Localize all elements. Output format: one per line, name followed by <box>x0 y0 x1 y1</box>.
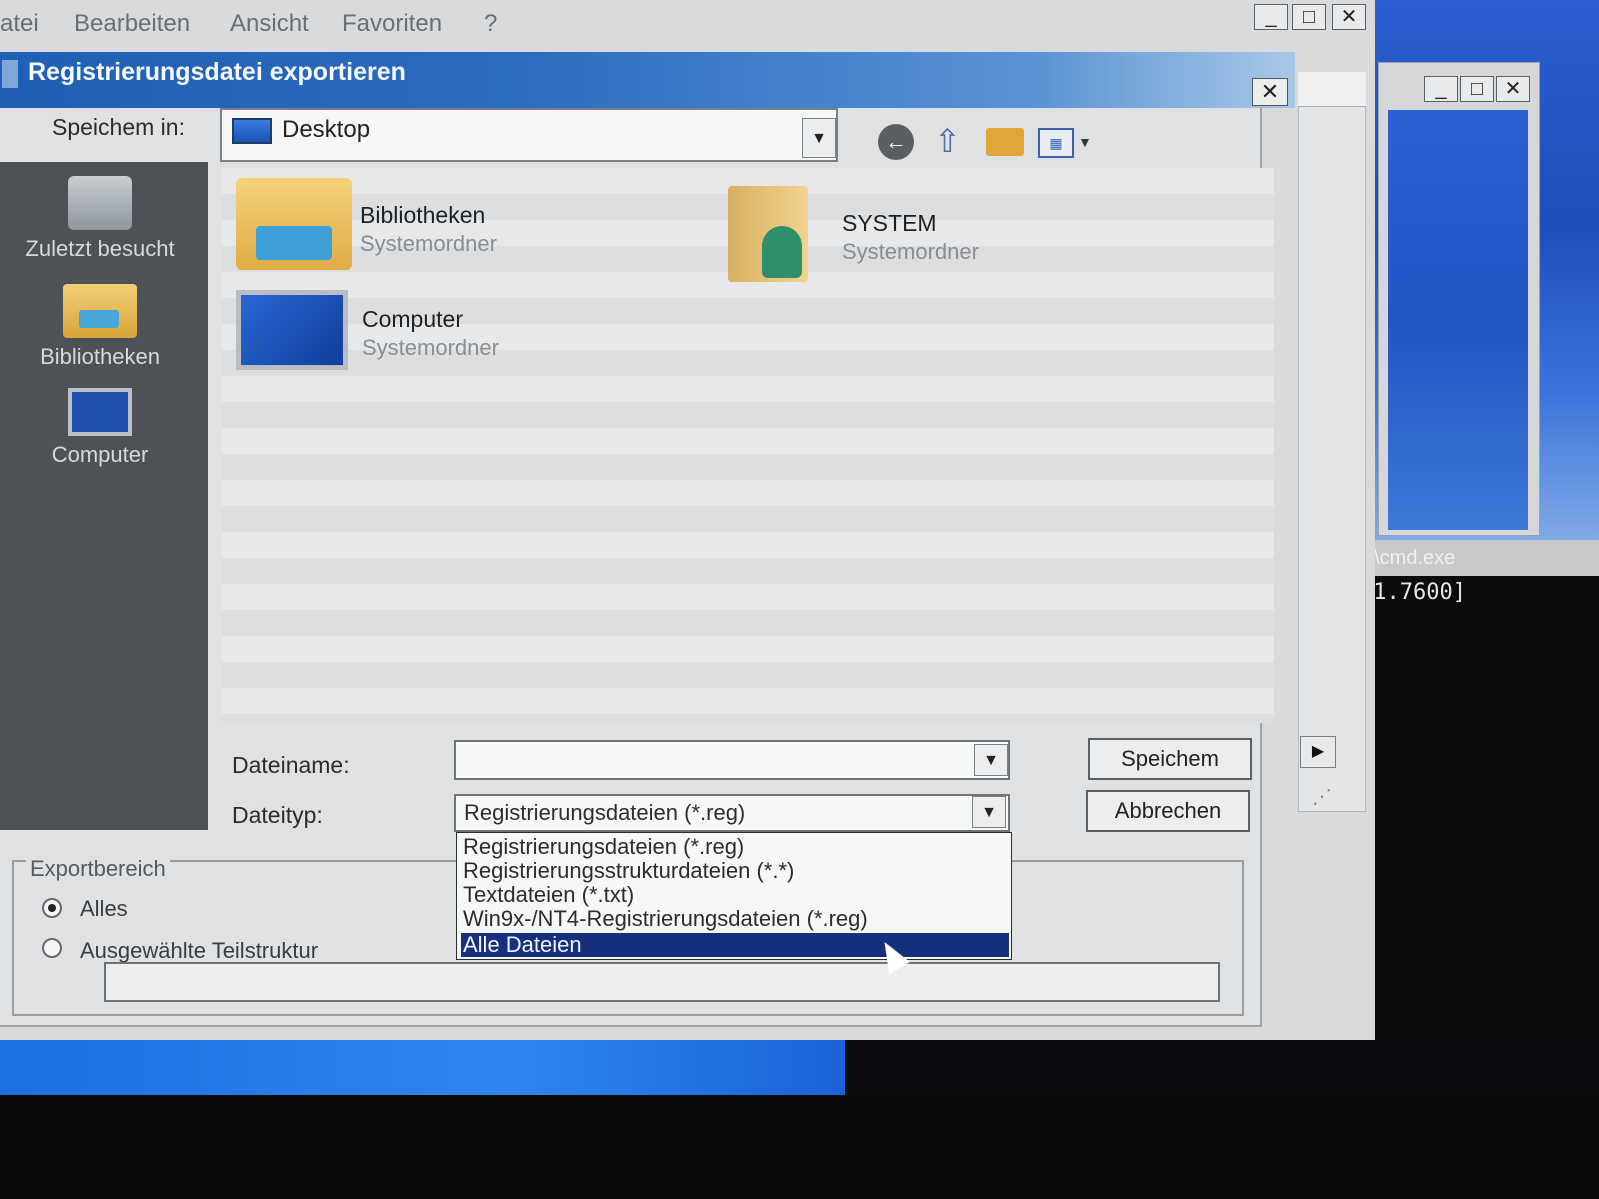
scroll-right-icon[interactable]: ▶ <box>1300 736 1336 768</box>
filetype-label: Dateityp: <box>232 802 323 828</box>
file-item-system[interactable]: SYSTEM Systemordner <box>728 186 1128 296</box>
cancel-button[interactable]: Abbrechen <box>1086 790 1250 832</box>
file-item-libraries[interactable]: Bibliotheken Systemordner <box>236 178 636 278</box>
libraries-icon <box>63 284 137 338</box>
resize-grip-icon[interactable]: ⋰ <box>1312 784 1342 808</box>
regedit-value-pane <box>1298 72 1366 812</box>
radio-all[interactable] <box>42 898 62 918</box>
file-name: SYSTEM <box>842 210 937 236</box>
file-type: Systemordner <box>362 335 499 360</box>
place-label: Computer <box>51 442 149 467</box>
chevron-down-icon[interactable]: ▼ <box>802 118 836 158</box>
menu-help[interactable]: ? <box>484 10 497 38</box>
user-folder-icon <box>728 186 808 282</box>
place-libraries[interactable]: Bibliotheken <box>0 284 200 370</box>
dialog-close-icon[interactable]: ✕ <box>1252 78 1288 106</box>
up-folder-icon[interactable]: ⇧ <box>934 122 961 160</box>
filetype-dropdown-icon[interactable]: ▼ <box>972 796 1006 828</box>
menu-ansicht[interactable]: Ansicht <box>230 10 309 38</box>
filetype-option[interactable]: Textdateien (*.txt) <box>461 883 1009 907</box>
menu-datei[interactable]: atei <box>0 10 39 38</box>
filetype-value: Registrierungsdateien (*.reg) <box>464 800 746 825</box>
places-bar: Zuletzt besucht Bibliotheken Computer <box>0 162 208 830</box>
computer-icon <box>68 388 132 436</box>
file-list: Bibliotheken Systemordner SYSTEM Systemo… <box>222 168 1274 723</box>
maximize-icon[interactable]: □ <box>1292 4 1326 30</box>
dialog-icon <box>2 60 18 88</box>
maximize-icon[interactable]: □ <box>1460 76 1494 102</box>
save-button[interactable]: Speichem <box>1088 738 1252 780</box>
save-in-label: Speichem in: <box>52 114 185 140</box>
place-computer[interactable]: Computer <box>0 388 200 468</box>
place-label: Bibliotheken <box>40 344 160 369</box>
desktop-icon <box>232 118 272 144</box>
filetype-option[interactable]: Registrierungsdateien (*.reg) <box>461 835 1009 859</box>
cmd-output: .1.7600] <box>1360 580 1466 605</box>
taskbar-strip <box>0 1035 845 1095</box>
place-label: Zuletzt besucht <box>25 236 175 261</box>
file-type: Systemordner <box>842 239 979 264</box>
radio-all-label: Alles <box>80 896 128 921</box>
view-menu-icon[interactable]: ▦ <box>1038 128 1074 158</box>
cmd-window <box>1355 540 1599 1040</box>
new-folder-icon[interactable] <box>986 128 1024 156</box>
file-name: Bibliotheken <box>360 202 486 228</box>
place-recent[interactable]: Zuletzt besucht <box>0 176 200 262</box>
menu-favoriten[interactable]: Favoriten <box>342 10 442 38</box>
libraries-folder-icon <box>236 178 352 270</box>
export-range-legend: Exportbereich <box>26 856 170 882</box>
file-type: Systemordner <box>360 231 497 256</box>
dialog-title: Registrierungsdatei exportieren <box>28 58 406 86</box>
minimize-icon[interactable]: _ <box>1424 76 1458 102</box>
view-dropdown-icon[interactable]: ▼ <box>1078 134 1092 150</box>
menu-bar: atei Bearbeiten Ansicht Favoriten ? <box>0 0 1250 50</box>
close-icon[interactable]: ✕ <box>1332 4 1366 30</box>
computer-icon <box>236 290 348 370</box>
file-name: Computer <box>362 306 463 332</box>
subtree-input[interactable] <box>104 962 1220 1002</box>
screen-bezel <box>0 1095 1599 1199</box>
filetype-option[interactable]: Win9x-/NT4-Registrierungsdateien (*.reg) <box>461 907 1009 931</box>
menu-bearbeiten[interactable]: Bearbeiten <box>74 10 190 38</box>
filetype-dropdown-list: Registrierungsdateien (*.reg) Registrier… <box>456 832 1012 960</box>
filetype-option[interactable]: Registrierungsstrukturdateien (*.*) <box>461 859 1009 883</box>
value-pane-header <box>1298 72 1366 107</box>
filename-dropdown-icon[interactable]: ▼ <box>974 744 1008 776</box>
radio-subtree[interactable] <box>42 938 62 958</box>
filetype-option-selected[interactable]: Alle Dateien <box>461 933 1009 957</box>
back-icon[interactable]: ← <box>878 124 914 160</box>
cmd-title: 2\cmd.exe <box>1355 540 1599 576</box>
filename-input[interactable] <box>454 740 1010 780</box>
filename-label: Dateiname: <box>232 752 350 778</box>
minimize-icon[interactable]: _ <box>1254 4 1288 30</box>
radio-subtree-label: Ausgewählte Teilstruktur <box>80 938 319 963</box>
save-in-value: Desktop <box>282 116 371 143</box>
file-item-computer[interactable]: Computer Systemordner <box>236 290 636 390</box>
close-icon[interactable]: ✕ <box>1496 76 1530 102</box>
background-window-content <box>1388 110 1528 530</box>
recent-places-icon <box>68 176 132 230</box>
